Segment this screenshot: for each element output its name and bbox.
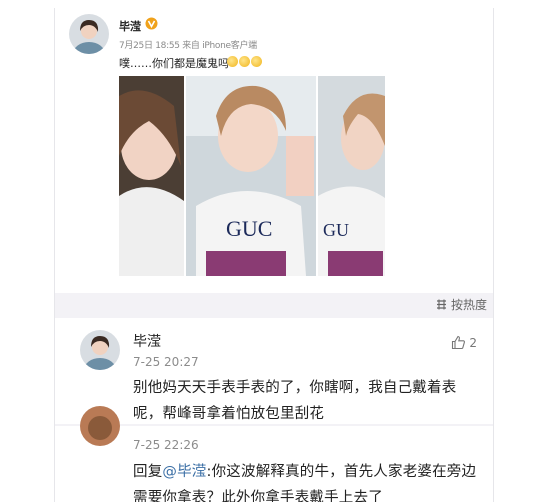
comment-author-name[interactable]: 毕滢 — [133, 331, 161, 351]
laughing-emoji-icon — [251, 56, 262, 67]
thumbs-up-icon — [452, 335, 466, 350]
like-count: 2 — [469, 335, 477, 350]
sort-label: 按热度 — [450, 297, 487, 312]
comment-item: 7-25 22:26 回复@毕滢:你这波解释真的牛，首先人家老婆在旁边需要你拿表… — [55, 406, 493, 502]
sort-by-popularity-button[interactable]: 按热度 — [436, 296, 487, 312]
post-author-avatar[interactable] — [69, 14, 109, 54]
comment-text: 别他妈天天手表手表的了，你瞎啊，我自己戴着表呢，帮峰哥拿着怕放包里刮花 — [133, 380, 457, 422]
svg-text:GU: GU — [323, 220, 349, 240]
comment-text: 回复@毕滢:你这波解释真的牛，首先人家老婆在旁边需要你拿表？此外你拿手表戴手上去… — [133, 459, 478, 502]
verified-icon — [145, 17, 158, 30]
post-author-name[interactable]: 毕滢 — [119, 18, 141, 34]
laughing-emoji-icons — [227, 56, 262, 67]
comment-author-avatar[interactable] — [80, 330, 120, 370]
like-button[interactable]: 2 — [451, 335, 477, 350]
comment-time: 7-25 20:27 — [133, 355, 199, 369]
weibo-screenshot: 毕滢 7月25日 18:55 来自 iPhone客户端 噗……你们都是魔鬼吗 G… — [54, 8, 494, 502]
post-text: 噗……你们都是魔鬼吗 — [119, 57, 229, 70]
post-photo-3[interactable]: GU — [318, 76, 385, 276]
post-photo-2[interactable]: GUC — [186, 76, 316, 276]
weibo-post: 毕滢 7月25日 18:55 来自 iPhone客户端 噗……你们都是魔鬼吗 G… — [55, 8, 493, 293]
mention-link[interactable]: @毕滢 — [162, 464, 206, 480]
post-photo-1[interactable] — [119, 76, 184, 276]
post-meta: 7月25日 18:55 来自 iPhone客户端 — [119, 41, 257, 51]
comment-item: 毕滢 7-25 20:27 2 别他妈天天手表手表的了，你瞎啊，我自己戴着表呢，… — [55, 318, 493, 424]
svg-text:GUC: GUC — [226, 216, 272, 241]
comment-author-avatar[interactable] — [80, 406, 120, 446]
laughing-emoji-icon — [239, 56, 250, 67]
comment-time: 7-25 22:26 — [133, 438, 199, 452]
sort-icon — [436, 299, 446, 309]
reply-prefix: 回复 — [133, 464, 163, 480]
comment-sort-bar: 按热度 — [55, 293, 493, 316]
laughing-emoji-icon — [227, 56, 238, 67]
